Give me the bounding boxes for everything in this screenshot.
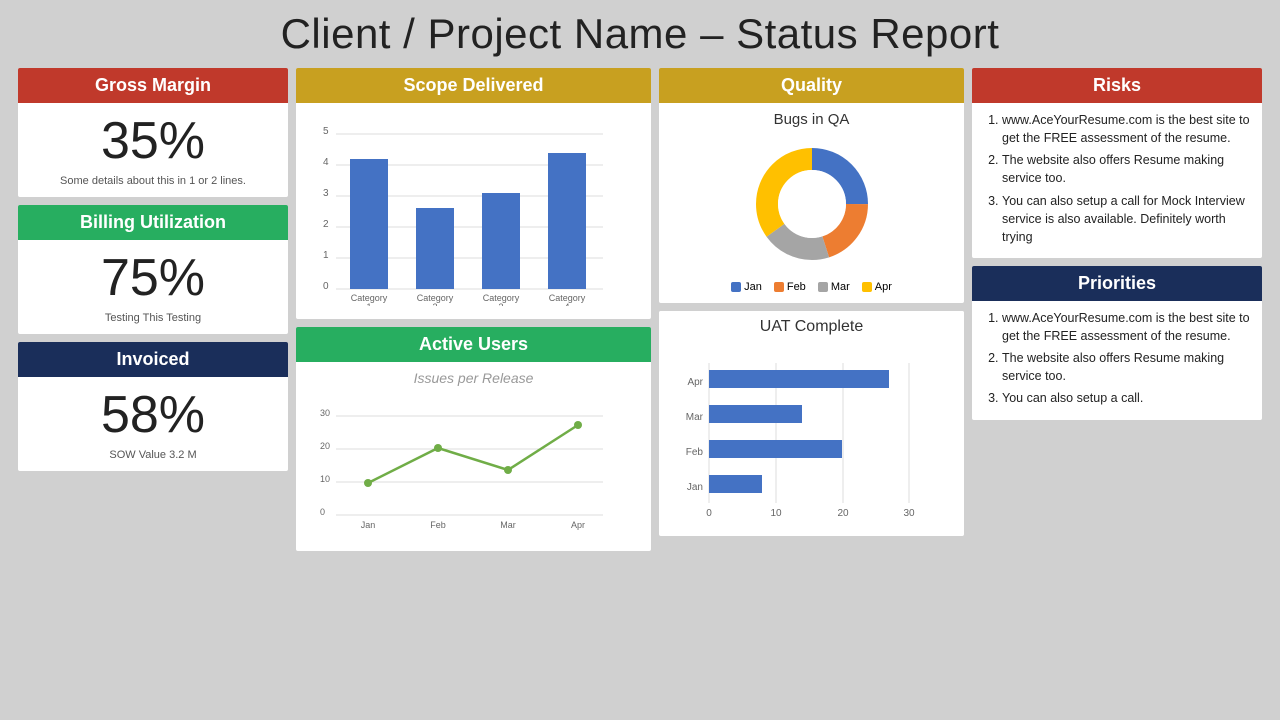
quality-card: Quality Bugs in QA [659,68,964,303]
scope-header: Scope Delivered [296,68,651,103]
svg-text:10: 10 [770,508,782,519]
quality-column: Quality Bugs in QA [659,68,964,551]
invoiced-value: 58% [18,377,288,447]
svg-text:5: 5 [323,126,329,137]
svg-text:2: 2 [323,219,329,230]
svg-text:Feb: Feb [430,520,446,530]
svg-text:0: 0 [320,507,325,517]
legend-feb-dot [774,282,784,292]
gross-margin-value: 35% [18,103,288,173]
svg-text:1: 1 [323,250,329,261]
scope-delivered-card: Scope Delivered 0 1 2 3 4 5 [296,68,651,319]
svg-text:0: 0 [706,508,712,519]
legend-apr-dot [862,282,872,292]
priorities-header: Priorities [972,266,1262,301]
priority-item-3: You can also setup a call. [1002,389,1250,407]
svg-text:2: 2 [432,302,437,306]
svg-text:4: 4 [564,302,569,306]
bar-charts-column: Scope Delivered 0 1 2 3 4 5 [296,68,651,551]
page: Client / Project Name – Status Report Gr… [0,0,1280,720]
active-users-card: Active Users Issues per Release 0 10 20 … [296,327,651,551]
legend-mar-dot [818,282,828,292]
legend-feb-label: Feb [787,281,806,293]
active-users-header: Active Users [296,327,651,362]
kpi-column: Gross Margin 35% Some details about this… [18,68,288,551]
svg-text:Jan: Jan [361,520,376,530]
page-title: Client / Project Name – Status Report [18,10,1262,58]
svg-text:Mar: Mar [500,520,516,530]
billing-header: Billing Utilization [18,205,288,240]
uat-title-area: UAT Complete [659,311,964,336]
risk-item-2: The website also offers Resume making se… [1002,151,1250,187]
svg-text:Apr: Apr [571,520,585,530]
billing-card: Billing Utilization 75% Testing This Tes… [18,205,288,334]
svg-text:30: 30 [903,508,915,519]
svg-text:Jan: Jan [687,482,703,493]
invoiced-header: Invoiced [18,342,288,377]
legend-mar-label: Mar [831,281,850,293]
legend-jan-label: Jan [744,281,762,293]
scope-chart: 0 1 2 3 4 5 [308,111,608,306]
active-users-chart: 0 10 20 30 [308,390,608,538]
svg-text:1: 1 [366,302,371,306]
risks-body: www.AceYourResume.com is the best site t… [972,103,1262,258]
gross-margin-detail: Some details about this in 1 or 2 lines. [18,173,288,197]
billing-detail: Testing This Testing [18,310,288,334]
priorities-body: www.AceYourResume.com is the best site t… [972,301,1262,420]
risk-item-3: You can also setup a call for Mock Inter… [1002,192,1250,246]
quality-body: Bugs in QA Jan [659,103,964,303]
svg-text:3: 3 [323,188,329,199]
svg-text:Mar: Mar [686,412,704,423]
info-column: Risks www.AceYourResume.com is the best … [972,68,1262,551]
risk-item-1: www.AceYourResume.com is the best site t… [1002,111,1250,147]
risks-card: Risks www.AceYourResume.com is the best … [972,68,1262,258]
priority-item-2: The website also offers Resume making se… [1002,349,1250,385]
invoiced-card: Invoiced 58% SOW Value 3.2 M [18,342,288,471]
svg-text:0: 0 [323,281,329,292]
legend-apr-label: Apr [875,281,892,293]
legend-jan: Jan [731,281,762,293]
risks-list: www.AceYourResume.com is the best site t… [984,111,1250,246]
gross-margin-card: Gross Margin 35% Some details about this… [18,68,288,197]
uat-card: UAT Complete A [659,311,964,536]
active-users-subtitle: Issues per Release [308,370,639,386]
priorities-list: www.AceYourResume.com is the best site t… [984,309,1250,408]
svg-text:Apr: Apr [687,377,703,388]
scope-body: 0 1 2 3 4 5 [296,103,651,319]
gross-margin-header: Gross Margin [18,68,288,103]
invoiced-detail: SOW Value 3.2 M [18,447,288,471]
uat-body: Apr Mar Feb Jan 0 10 20 [659,340,964,536]
svg-text:20: 20 [320,441,330,451]
svg-text:3: 3 [498,302,503,306]
svg-text:4: 4 [323,157,329,168]
uat-title: UAT Complete [669,318,954,336]
svg-text:Feb: Feb [686,447,704,458]
quality-header: Quality [659,68,964,103]
priority-item-1: www.AceYourResume.com is the best site t… [1002,309,1250,345]
active-users-body: Issues per Release 0 10 20 30 [296,362,651,551]
priorities-card: Priorities www.AceYourResume.com is the … [972,266,1262,420]
main-grid: Gross Margin 35% Some details about this… [18,68,1262,567]
svg-text:10: 10 [320,474,330,484]
legend-jan-dot [731,282,741,292]
uat-chart: Apr Mar Feb Jan 0 10 20 [671,348,951,523]
legend-mar: Mar [818,281,850,293]
quality-donut [732,132,892,272]
billing-value: 75% [18,240,288,310]
svg-text:30: 30 [320,408,330,418]
quality-legend: Jan Feb Mar Apr [671,277,952,295]
legend-apr: Apr [862,281,892,293]
svg-text:20: 20 [837,508,849,519]
risks-header: Risks [972,68,1262,103]
legend-feb: Feb [774,281,806,293]
quality-subtitle: Bugs in QA [671,111,952,128]
